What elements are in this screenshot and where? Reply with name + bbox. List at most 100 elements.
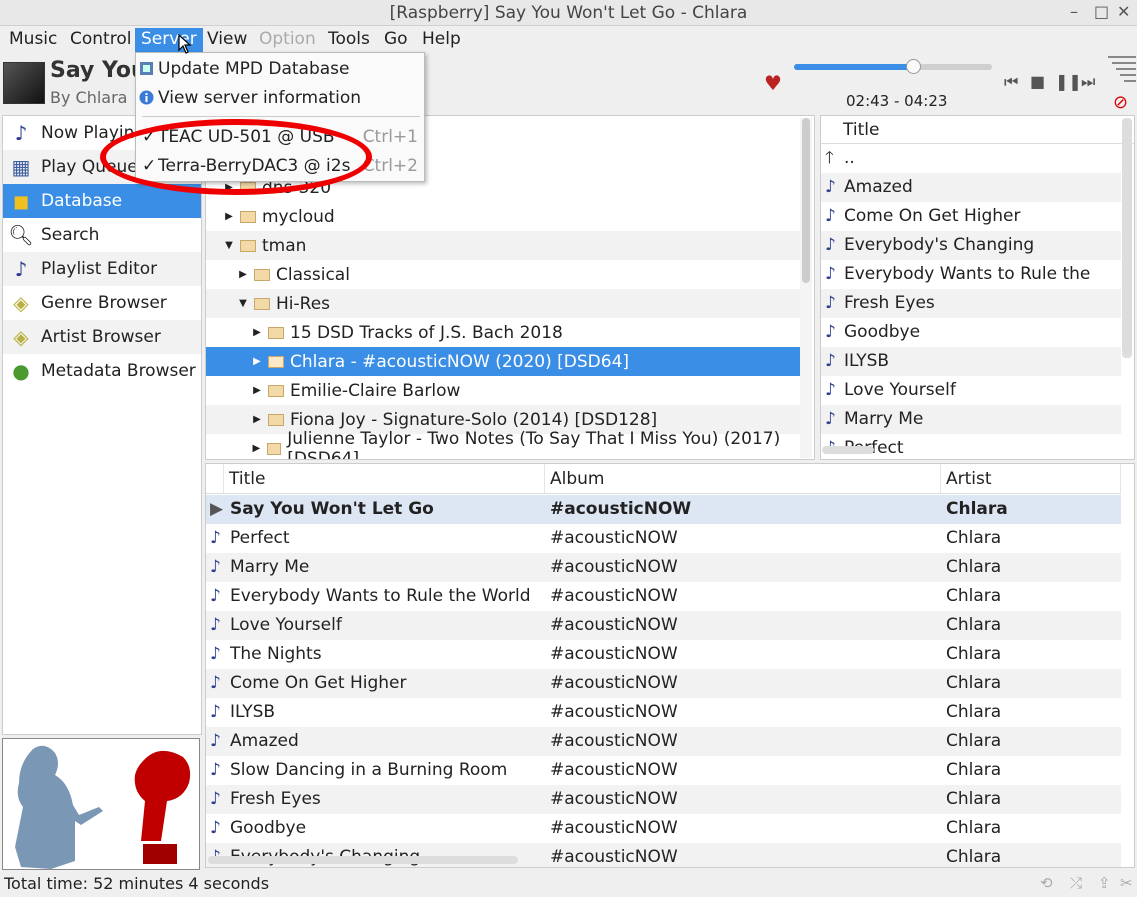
list-item[interactable]: ♪ Love Yourself bbox=[821, 376, 1121, 405]
table-row[interactable]: ♪ Amazed #acousticNOW Chlara bbox=[206, 727, 1121, 756]
cell-album: #acousticNOW bbox=[550, 615, 678, 635]
music-note-icon: ♪ bbox=[825, 177, 836, 197]
menu-help[interactable]: Help bbox=[416, 28, 467, 52]
update-database-icon bbox=[140, 62, 153, 75]
database-icon: ◼ bbox=[12, 189, 30, 213]
consume-icon[interactable]: ✂ bbox=[1120, 874, 1133, 892]
shuffle-icon[interactable]: ⤮ bbox=[1070, 874, 1082, 892]
table-row[interactable]: ♪ Come On Get Higher #acousticNOW Chlara bbox=[206, 669, 1121, 698]
menu-tools[interactable]: Tools bbox=[322, 28, 376, 52]
tree-scrollbar-thumb[interactable] bbox=[802, 118, 810, 283]
table-row[interactable]: ♪ Marry Me #acousticNOW Chlara bbox=[206, 553, 1121, 582]
progress-handle[interactable] bbox=[905, 59, 921, 74]
no-output-icon[interactable]: ⊘ bbox=[1113, 92, 1128, 113]
music-note-icon: ♪ bbox=[825, 264, 836, 284]
cover-art-thumbnail[interactable] bbox=[3, 62, 45, 104]
cell-artist: Chlara bbox=[946, 702, 1002, 722]
table-row[interactable]: ♪ Everybody Wants to Rule the World #acous… bbox=[206, 582, 1121, 611]
pause-icon[interactable]: ❚❚ bbox=[1055, 72, 1082, 91]
tree-node[interactable]: ▼ Hi-Res bbox=[206, 289, 801, 318]
cell-artist: Chlara bbox=[946, 644, 1002, 664]
cell-artist: Chlara bbox=[946, 673, 1002, 693]
list-item[interactable]: ♪ Come On Get Higher bbox=[821, 202, 1121, 231]
table-row[interactable]: ♪ Goodbye #acousticNOW Chlara bbox=[206, 814, 1121, 843]
sidebar-item-metadata-browser[interactable]: ● Metadata Browser bbox=[3, 354, 201, 388]
cell-title: Slow Dancing in a Burning Room bbox=[230, 760, 508, 780]
repeat-icon[interactable]: ⟲ bbox=[1040, 874, 1053, 892]
singer-silhouette-icon bbox=[15, 745, 191, 869]
maximize-button[interactable]: □ bbox=[1094, 2, 1109, 21]
info-icon bbox=[139, 90, 154, 105]
list-item[interactable]: ♪ ILYSB bbox=[821, 347, 1121, 376]
menu-server[interactable]: Server bbox=[135, 28, 203, 52]
volume-icon[interactable] bbox=[1108, 54, 1136, 86]
table-row[interactable]: ♪ Love Yourself #acousticNOW Chlara bbox=[206, 611, 1121, 640]
table-row[interactable]: ♪ Fresh Eyes #acousticNOW Chlara bbox=[206, 785, 1121, 814]
column-header-title[interactable]: Title bbox=[224, 464, 545, 494]
music-note-icon: ♪ bbox=[210, 644, 221, 664]
music-note-icon: ♪ bbox=[210, 586, 221, 606]
music-note-icon: ♪ bbox=[825, 380, 836, 400]
list-item[interactable]: ♪ Amazed bbox=[821, 173, 1121, 202]
list-item[interactable]: ♪Everybody Wants to Rule the World bbox=[821, 260, 1121, 313]
table-row[interactable]: ♪ The Nights #acousticNOW Chlara bbox=[206, 640, 1121, 669]
tree-node-selected[interactable]: ▶ Chlara - #acousticNOW (2020) [DSD64] bbox=[206, 347, 801, 376]
list-item[interactable]: ♪ Fresh Eyes bbox=[821, 289, 1121, 318]
tree-node[interactable]: ▼ tman bbox=[206, 231, 801, 260]
title-column-header[interactable]: Title bbox=[821, 116, 1134, 144]
stop-icon[interactable]: ■ bbox=[1030, 72, 1045, 91]
menu-option[interactable]: Option bbox=[253, 28, 322, 52]
close-button[interactable]: ✕ bbox=[1117, 2, 1130, 21]
sidebar-item-search[interactable]: 🔍︎ Search bbox=[3, 218, 201, 252]
tree-node[interactable]: ▶ Emilie-Claire Barlow bbox=[206, 376, 801, 405]
cell-artist: Chlara bbox=[946, 731, 1002, 751]
column-header-album[interactable]: Album bbox=[545, 464, 941, 494]
folder-icon bbox=[268, 326, 284, 339]
play-queue-hscrollbar[interactable] bbox=[208, 856, 518, 864]
previous-icon[interactable]: ⏮ bbox=[1004, 72, 1018, 92]
folder-icon bbox=[268, 413, 284, 426]
list-item[interactable]: ♪ Everybody's Changing bbox=[821, 231, 1121, 260]
menu-item-server-info[interactable]: View server information bbox=[136, 84, 424, 113]
cell-album: #acousticNOW bbox=[550, 586, 678, 606]
heart-icon[interactable]: ♥ bbox=[764, 71, 782, 95]
title-list-scrollbar[interactable] bbox=[1122, 118, 1132, 358]
menu-go[interactable]: Go bbox=[378, 28, 414, 52]
sidebar-item-genre-browser[interactable]: ◈ Genre Browser bbox=[3, 286, 201, 320]
menu-item-update-database[interactable]: Update MPD Database bbox=[136, 55, 424, 84]
cell-title: Fresh Eyes bbox=[230, 789, 321, 809]
cell-title: Goodbye bbox=[230, 818, 307, 838]
title-list-hscrollbar[interactable] bbox=[822, 446, 874, 454]
minimize-button[interactable]: – bbox=[1070, 2, 1078, 21]
tree-node[interactable]: ▶ Julienne Taylor - Two Notes (To Say Tha… bbox=[206, 429, 801, 460]
table-row-current[interactable]: ▶ Say You Won't Let Go #acousticNOW Chlara bbox=[206, 495, 1121, 524]
table-row[interactable]: ♪ Slow Dancing in a Burning Room #acoustic… bbox=[206, 756, 1121, 785]
list-item[interactable]: 🡑.. bbox=[821, 144, 1121, 173]
music-note-icon: ♪ bbox=[825, 206, 836, 226]
column-header-artist[interactable]: Artist bbox=[941, 464, 1121, 494]
menu-control[interactable]: Control bbox=[64, 28, 137, 52]
sidebar-item-artist-browser[interactable]: ◈ Artist Browser bbox=[3, 320, 201, 354]
music-note-icon: ♪ bbox=[825, 351, 836, 371]
next-icon[interactable]: ⏭ bbox=[1081, 72, 1095, 92]
menu-view[interactable]: View bbox=[201, 28, 253, 52]
music-note-icon: ♪ bbox=[210, 673, 221, 693]
folder-icon bbox=[240, 210, 256, 223]
table-row[interactable]: ♪ ILYSB #acousticNOW Chlara bbox=[206, 698, 1121, 727]
tree-node[interactable]: ▶ mycloud bbox=[206, 202, 801, 231]
column-header-indicator[interactable] bbox=[206, 464, 224, 494]
menu-music[interactable]: Music bbox=[3, 28, 63, 52]
sidebar-item-playlist-editor[interactable]: ♪ Playlist Editor bbox=[3, 252, 201, 286]
single-icon[interactable]: ⇪ bbox=[1098, 874, 1111, 892]
tree-node[interactable]: ▶ 15 DSD Tracks of J.S. Bach 2018 bbox=[206, 318, 801, 347]
tree-node[interactable]: ▶ Classical bbox=[206, 260, 801, 289]
list-item[interactable]: ♪ Marry Me bbox=[821, 405, 1121, 434]
progress-bar[interactable] bbox=[794, 64, 992, 70]
table-row[interactable]: ♪ Perfect #acousticNOW Chlara bbox=[206, 524, 1121, 553]
menu-separator bbox=[142, 116, 420, 117]
list-item[interactable]: ♪ Goodbye bbox=[821, 318, 1121, 347]
cell-title: Amazed bbox=[230, 731, 299, 751]
cell-album: #acousticNOW bbox=[550, 760, 678, 780]
music-note-icon: ♪ bbox=[210, 557, 221, 577]
song-artist: By Chlara bbox=[50, 88, 128, 107]
